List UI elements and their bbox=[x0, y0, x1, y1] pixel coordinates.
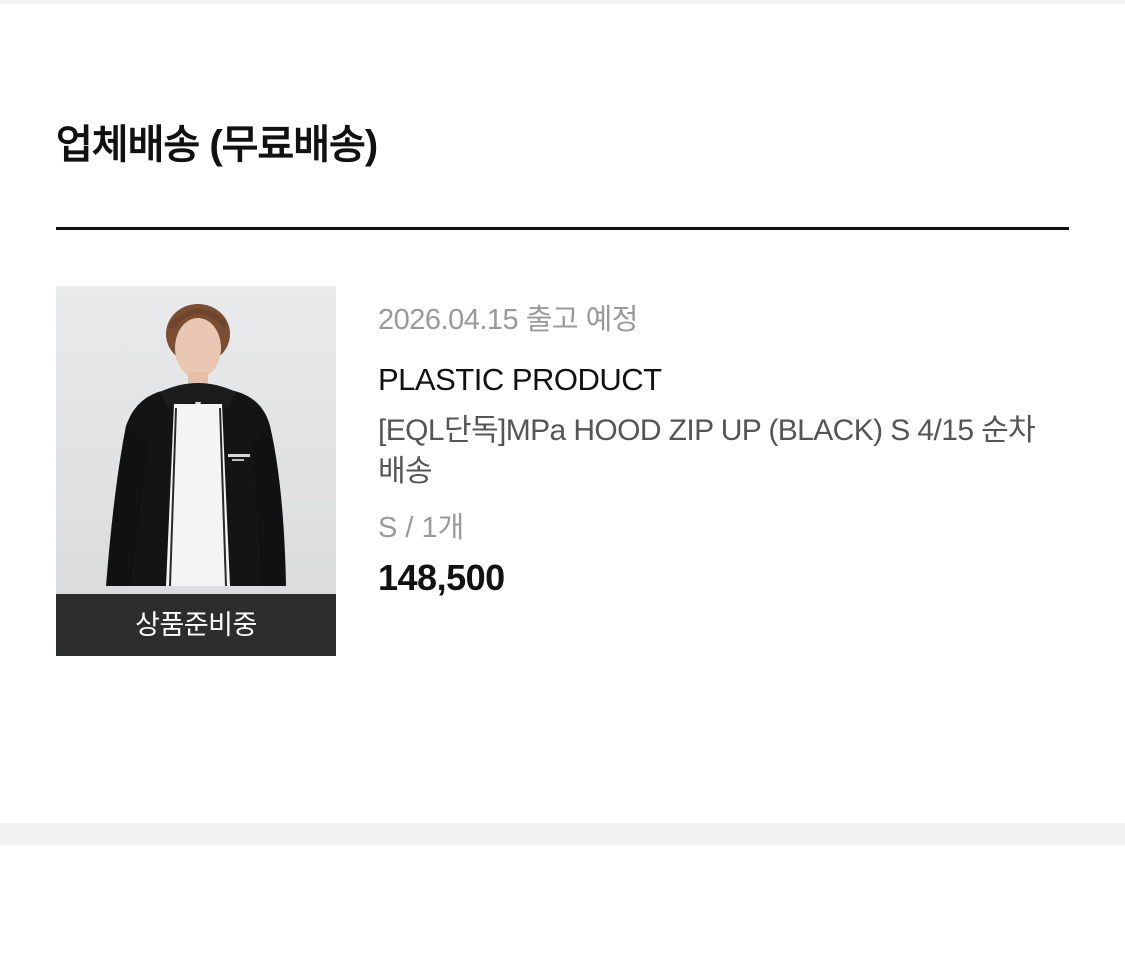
order-item-info: 2026.04.15 출고 예정 PLASTIC PRODUCT [EQL단독]… bbox=[378, 296, 1068, 602]
product-price: 148,500 bbox=[378, 557, 505, 598]
section-title: 업체배송 (무료배송) bbox=[56, 123, 378, 167]
product-thumbnail[interactable]: 상품준비중 bbox=[56, 286, 336, 656]
brand-name[interactable]: PLASTIC PRODUCT bbox=[378, 358, 1068, 402]
status-badge: 상품준비중 bbox=[56, 594, 336, 656]
section-divider bbox=[56, 227, 1069, 230]
top-strip bbox=[0, 0, 1125, 4]
product-option: S / 1개 bbox=[378, 512, 465, 544]
product-name[interactable]: [EQL단독]MPa HOOD ZIP UP (BLACK) S 4/15 순차… bbox=[378, 410, 1048, 492]
ship-date: 2026.04.15 출고 예정 bbox=[378, 304, 638, 336]
section-separator bbox=[0, 823, 1125, 845]
